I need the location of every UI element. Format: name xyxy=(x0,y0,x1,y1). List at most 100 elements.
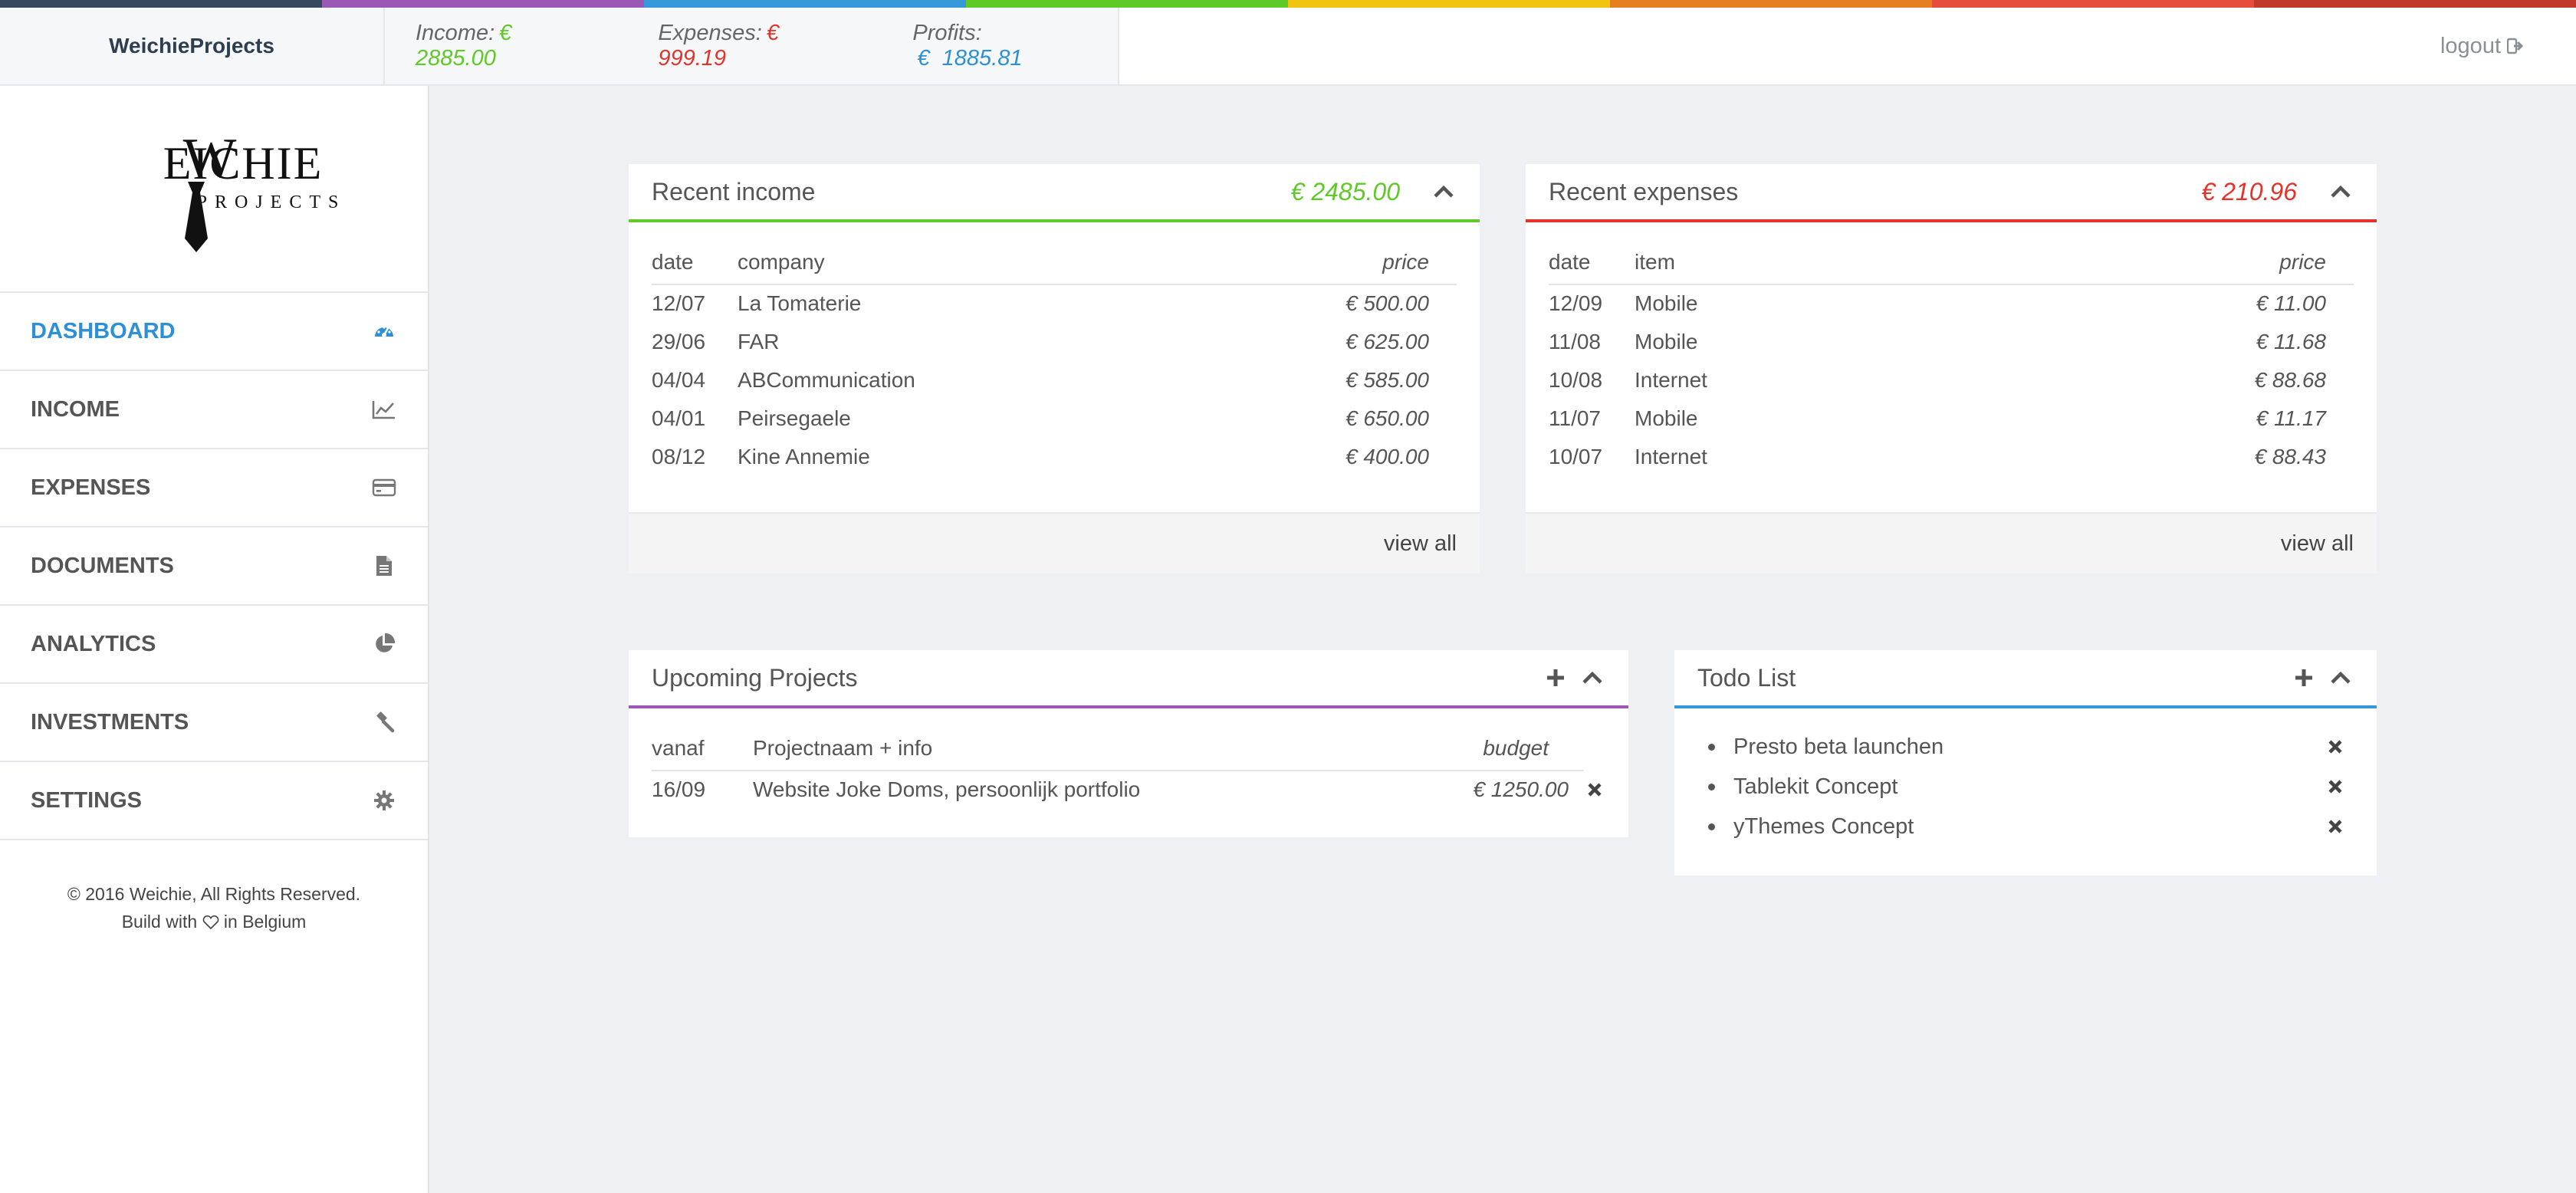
upcoming-projects-panel: Upcoming Projects vanaf Projectnaam + in… xyxy=(629,650,1628,837)
sidebar-item-investments[interactable]: INVESTMENTS xyxy=(0,684,428,762)
add-project-button[interactable] xyxy=(1543,665,1569,691)
strip-segment xyxy=(322,0,644,8)
remove-project-button[interactable] xyxy=(1584,779,1605,800)
logo-image: W EICHIE PROJECTS xyxy=(163,127,338,252)
income-table: date company price 12/07 La Tomaterie € 50… xyxy=(652,242,1457,477)
strip-segment xyxy=(1610,0,1932,8)
column-header: date xyxy=(1549,242,1635,285)
table-cell: Mobile xyxy=(1635,330,1698,353)
table-cell: € 650.00 xyxy=(1346,406,1429,430)
column-header: item xyxy=(1635,242,1939,285)
table-cell: 12/07 xyxy=(652,291,706,315)
table-cell: Internet xyxy=(1635,445,1707,468)
todo-list: Presto beta launchen Tablekit Concept yThe… xyxy=(1674,708,2377,862)
table-cell: € 11.68 xyxy=(2256,330,2326,353)
close-icon xyxy=(1588,782,1602,797)
table-row[interactable]: 12/09 Mobile € 11.00 xyxy=(1549,284,2354,324)
table-row[interactable]: 12/07 La Tomaterie € 500.00 xyxy=(652,284,1457,324)
top-header: WeichieProjects Income: € 2885.00 Expense… xyxy=(0,8,2576,86)
table-cell: € 625.00 xyxy=(1346,330,1429,353)
sidebar-item-label: EXPENSES xyxy=(31,475,151,500)
logout-label: logout xyxy=(2440,33,2501,58)
income-stat-label: Income: xyxy=(416,21,495,45)
built-with-text: Build with in Belgium xyxy=(0,908,428,935)
table-row[interactable]: 29/06 FAR € 625.00 xyxy=(652,324,1457,362)
weichie-logo[interactable]: W EICHIE PROJECTS xyxy=(0,86,428,293)
collapse-button[interactable] xyxy=(1431,179,1457,205)
sidebar-item-settings[interactable]: SETTINGS xyxy=(0,762,428,840)
todo-item[interactable]: Presto beta launchen xyxy=(1705,727,2346,767)
remove-todo-button[interactable] xyxy=(2325,736,2346,758)
collapse-button[interactable] xyxy=(1579,665,1605,691)
column-header: company xyxy=(738,242,1181,285)
built-with-post: in Belgium xyxy=(223,912,307,932)
todo-item-label: Tablekit Concept xyxy=(1733,774,1898,799)
chevron-up-icon xyxy=(2331,185,2351,198)
table-cell: ABCommunication xyxy=(738,368,915,392)
chevron-up-icon xyxy=(2331,671,2351,684)
table-cell: Peirsegaele xyxy=(738,406,851,430)
panel-title: Recent expenses xyxy=(1549,177,1739,205)
profits-stat-label: Profits: xyxy=(912,21,982,45)
bullet xyxy=(1708,743,1715,751)
view-all-income-link[interactable]: view all xyxy=(1384,531,1457,557)
table-cell: Kine Annemie xyxy=(738,445,870,468)
table-row[interactable]: 04/01 Peirsegaele € 650.00 xyxy=(652,400,1457,439)
table-row[interactable]: 11/08 Mobile € 11.68 xyxy=(1549,324,2354,362)
table-row[interactable]: 16/09 Website Joke Doms, persoonlijk port… xyxy=(652,771,1605,810)
plus-icon xyxy=(1547,669,1564,686)
table-row[interactable]: 10/08 Internet € 88.68 xyxy=(1549,362,2354,400)
table-row[interactable]: 08/12 Kine Annemie € 400.00 xyxy=(652,439,1457,477)
document-icon xyxy=(371,553,397,579)
panel-title: Todo List xyxy=(1697,663,1796,692)
view-all-expenses-link[interactable]: view all xyxy=(2281,531,2354,557)
column-header: price xyxy=(1180,242,1457,285)
table-cell: Mobile xyxy=(1635,291,1698,315)
close-icon xyxy=(2328,740,2342,754)
remove-todo-button[interactable] xyxy=(2325,776,2346,797)
recent-income-header: Recent income € 2485.00 xyxy=(629,164,1480,222)
table-row[interactable]: 04/04 ABCommunication € 585.00 xyxy=(652,362,1457,400)
sidebar-item-analytics[interactable]: ANALYTICS xyxy=(0,606,428,684)
table-cell: FAR xyxy=(738,330,780,353)
strip-segment xyxy=(1932,0,2254,8)
table-cell: Internet xyxy=(1635,368,1707,392)
table-cell: 04/04 xyxy=(652,368,706,392)
table-cell: € 11.00 xyxy=(2256,291,2326,315)
projects-table: vanaf Projectnaam + info budget 16/09 Web… xyxy=(652,728,1605,810)
sidebar-item-expenses[interactable]: EXPENSES xyxy=(0,449,428,527)
todo-list-header: Todo List xyxy=(1674,650,2377,708)
column-header: vanaf xyxy=(652,728,753,771)
table-cell: 10/07 xyxy=(1549,445,1603,468)
recent-income-panel: Recent income € 2485.00 date company pri… xyxy=(629,164,1480,573)
sidebar-item-documents[interactable]: DOCUMENTS xyxy=(0,527,428,606)
sidebar-item-income[interactable]: INCOME xyxy=(0,371,428,449)
income-stat: Income: € 2885.00 xyxy=(416,21,593,71)
table-cell: 10/08 xyxy=(1549,368,1603,392)
expenses-stat-label: Expenses: xyxy=(658,21,762,45)
table-row[interactable]: 10/07 Internet € 88.43 xyxy=(1549,439,2354,477)
collapse-button[interactable] xyxy=(2328,179,2354,205)
bullet xyxy=(1708,783,1715,790)
todo-item[interactable]: yThemes Concept xyxy=(1705,807,2346,846)
brand-name[interactable]: WeichieProjects xyxy=(0,8,385,84)
add-todo-button[interactable] xyxy=(2291,665,2317,691)
panel-title: Upcoming Projects xyxy=(652,663,858,692)
collapse-button[interactable] xyxy=(2328,665,2354,691)
todo-item[interactable]: Tablekit Concept xyxy=(1705,767,2346,807)
logout-button[interactable]: logout xyxy=(2440,8,2525,84)
table-cell: 11/07 xyxy=(1549,406,1601,430)
strip-segment xyxy=(1288,0,1610,8)
table-row[interactable]: 11/07 Mobile € 11.17 xyxy=(1549,400,2354,439)
sidebar-item-label: DASHBOARD xyxy=(31,318,176,343)
sidebar-item-dashboard[interactable]: DASHBOARD xyxy=(0,293,428,371)
gear-icon xyxy=(371,787,397,813)
column-header: price xyxy=(1938,242,2354,285)
remove-todo-button[interactable] xyxy=(2325,816,2346,837)
close-icon xyxy=(2328,780,2342,794)
table-cell: 12/09 xyxy=(1549,291,1603,315)
sidebar-footer: © 2016 Weichie, All Rights Reserved. Bui… xyxy=(0,840,428,935)
profits-stat: Profits:€ 1885.81 xyxy=(912,21,1087,71)
close-icon xyxy=(2328,820,2342,833)
recent-expenses-header: Recent expenses € 210.96 xyxy=(1526,164,2377,222)
